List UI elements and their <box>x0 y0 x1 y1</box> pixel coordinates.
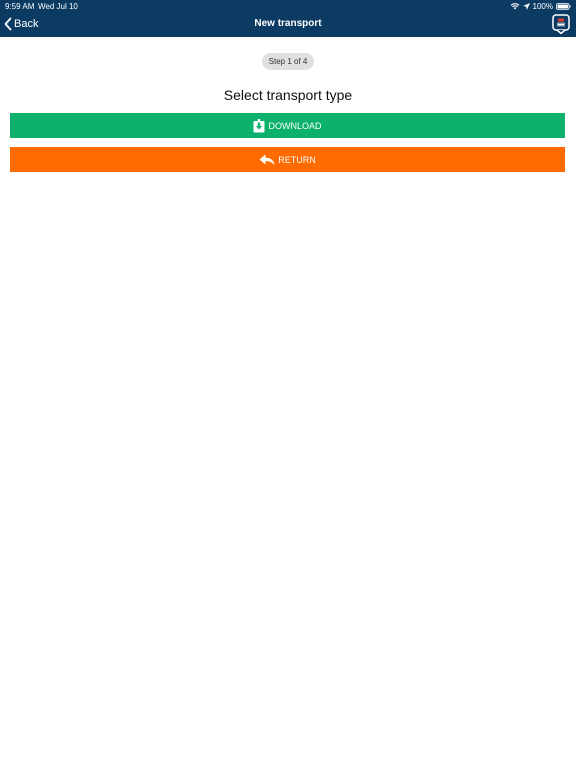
download-button[interactable]: DOWNLOAD <box>10 113 565 138</box>
wifi-icon <box>510 2 520 10</box>
top-bar: 9:59 AM Wed Jul 10 100% Back New transpo… <box>0 0 576 37</box>
status-indicators: 100% <box>510 1 571 11</box>
section-title: Select transport type <box>223 87 353 103</box>
reply-arrow-icon <box>259 154 275 166</box>
battery-percent: 100% <box>532 1 553 11</box>
battery-icon <box>556 2 571 10</box>
status-date: Wed Jul 10 <box>38 2 78 11</box>
download-label: DOWNLOAD <box>268 120 322 131</box>
app-badge-icon[interactable] <box>552 14 570 34</box>
location-arrow-icon <box>522 2 530 10</box>
return-button[interactable]: RETURN <box>10 147 565 172</box>
page-title: New transport <box>254 18 322 29</box>
return-label: RETURN <box>278 154 316 165</box>
download-icon <box>253 118 265 133</box>
step-indicator: Step 1 of 4 <box>262 53 314 70</box>
status-time: 9:59 AM <box>5 2 35 11</box>
